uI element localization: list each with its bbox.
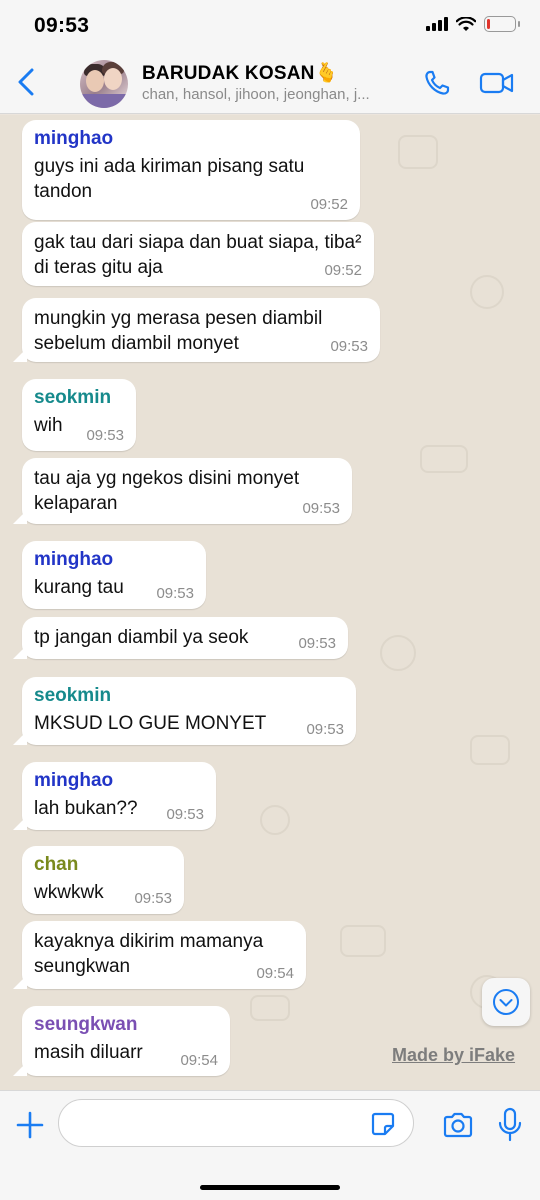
chevron-down-icon [493, 989, 519, 1015]
message-bubble[interactable]: kayaknya dikirim mamanya seungkwan 09:54 [13, 921, 306, 989]
watermark: Made by iFake [392, 1045, 516, 1065]
message-time: 09:54 [256, 965, 294, 982]
message-time: 09:54 [180, 1052, 218, 1069]
message-text: mungkin yg merasa pesen diambil sebelum … [34, 308, 323, 354]
group-members[interactable]: chan, hansol, jihoon, jeonghan, j... [142, 86, 410, 103]
phone-icon[interactable] [418, 64, 456, 102]
back-icon[interactable] [8, 62, 44, 102]
status-icons [426, 16, 520, 32]
status-time: 09:53 [34, 14, 90, 37]
message-time: 09:53 [306, 721, 344, 738]
composer [0, 1090, 540, 1200]
sticker-icon[interactable] [370, 1111, 396, 1137]
home-indicator [200, 1185, 340, 1190]
message-text: MKSUD LO GUE MONYET [34, 713, 267, 734]
message-bubble[interactable]: tp jangan diambil ya seok 09:53 [13, 617, 348, 659]
message-time: 09:53 [156, 585, 194, 602]
plus-icon[interactable] [10, 1105, 50, 1145]
chat-header: BARUDAK KOSAN🫰 chan, hansol, jihoon, jeo… [0, 54, 540, 114]
group-name[interactable]: BARUDAK KOSAN🫰 [142, 61, 338, 85]
message-text: gak tau dari siapa dan buat siapa, tiba²… [34, 232, 362, 278]
battery-level [487, 19, 491, 29]
message-bubble[interactable]: minghao guys ini ada kiriman pisang satu… [22, 120, 360, 220]
message-time: 09:53 [134, 890, 172, 907]
battery-icon [484, 16, 520, 32]
sender-name: seokmin [34, 685, 112, 706]
wifi-icon [456, 16, 476, 31]
message-time: 09:52 [324, 262, 362, 279]
message-bubble[interactable]: tau aja yg ngekos disini monyet kelapara… [13, 458, 352, 524]
message-bubble[interactable]: seokmin wih 09:53 [22, 379, 136, 451]
message-text: tp jangan diambil ya seok [34, 627, 249, 648]
sender-name: minghao [34, 549, 114, 570]
message-time: 09:53 [330, 338, 368, 355]
message-bubble[interactable]: minghao lah bukan?? 09:53 [13, 762, 216, 830]
message-time: 09:52 [310, 196, 348, 213]
signal-icon [426, 17, 448, 31]
message-time: 09:53 [166, 806, 204, 823]
sender-name: minghao [34, 128, 114, 149]
status-bar: 09:53 [0, 0, 540, 54]
sender-name: chan [34, 854, 79, 875]
message-bubble[interactable]: gak tau dari siapa dan buat siapa, tiba²… [22, 222, 374, 286]
video-icon[interactable] [476, 64, 518, 102]
message-time: 09:53 [302, 500, 340, 517]
mic-icon[interactable] [490, 1103, 530, 1147]
message-time: 09:53 [86, 427, 124, 444]
scroll-down-button[interactable] [482, 978, 530, 1026]
message-text: guys ini ada kiriman pisang satu tandon [34, 156, 305, 202]
message-bubble[interactable]: seokmin MKSUD LO GUE MONYET 09:53 [13, 677, 356, 745]
message-text: tau aja yg ngekos disini monyet kelapara… [34, 468, 300, 514]
message-bubble[interactable]: mungkin yg merasa pesen diambil sebelum … [13, 298, 380, 362]
sender-name: seungkwan [34, 1014, 138, 1035]
chat-area[interactable]: minghao guys ini ada kiriman pisang satu… [0, 115, 540, 1090]
message-bubble[interactable]: seungkwan masih diluarr 09:54 [13, 1006, 230, 1076]
message-input[interactable] [58, 1099, 414, 1147]
sender-name: minghao [34, 770, 114, 791]
avatar[interactable] [80, 60, 128, 108]
message-time: 09:53 [298, 635, 336, 652]
sender-name: seokmin [34, 387, 112, 408]
camera-icon[interactable] [438, 1105, 478, 1145]
message-bubble[interactable]: minghao kurang tau 09:53 [22, 541, 206, 609]
message-bubble[interactable]: chan wkwkwk 09:53 [22, 846, 184, 914]
